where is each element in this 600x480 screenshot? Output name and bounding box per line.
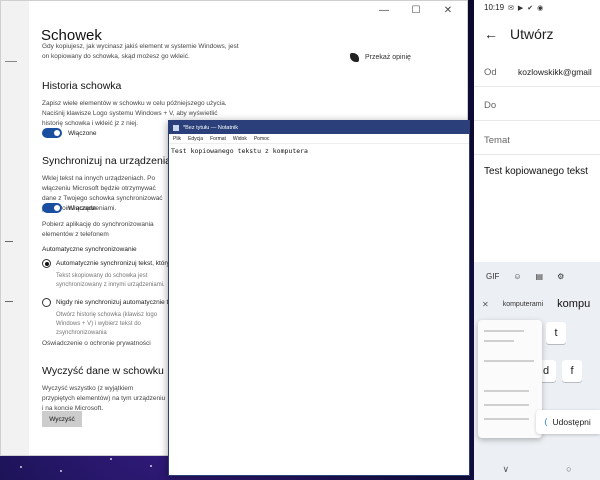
maximize-button[interactable]: ☐ [409, 5, 423, 16]
keyboard: GIF ☺ ▤ ⚙ ✕ komputerami kompu t d f c ⟨ … [474, 262, 600, 480]
mail-icon: ✉ [508, 4, 514, 12]
menu-file[interactable]: Plik [173, 136, 181, 142]
nav-line [5, 241, 13, 242]
subject-label[interactable]: Temat [484, 135, 510, 146]
to-label[interactable]: Do [484, 100, 496, 111]
clear-heading: Wyczyść dane w schowku [42, 365, 164, 377]
nav-line [5, 61, 17, 62]
notepad-window: *Bez tytułu — Notatnik Plik Edycja Forma… [168, 120, 470, 476]
email-body[interactable]: Test kopiowanego tekst [484, 166, 588, 177]
minimize-button[interactable]: — [377, 5, 391, 16]
radio-manual-desc: Otwórz historię schowka (klawisz logo Wi… [56, 312, 158, 336]
navigation-bar: ∨ ○ [474, 458, 600, 480]
feedback-link[interactable]: Przekaż opinię [350, 53, 411, 62]
menu-format[interactable]: Format [210, 136, 226, 142]
preview-line [484, 330, 524, 332]
preview-line [484, 340, 514, 342]
clipboard-preview[interactable] [478, 320, 542, 438]
from-value[interactable]: kozlowskikk@gmail [518, 67, 592, 77]
notepad-text-area[interactable]: Test kopiowanego tekstu z komputera [169, 144, 469, 158]
menu-edit[interactable]: Edycja [188, 136, 203, 142]
divider [474, 154, 600, 155]
key-f[interactable]: f [562, 360, 582, 382]
radio-auto-desc: Tekst skopiowany do schowka jest synchro… [56, 273, 165, 288]
share-button[interactable]: ⟨ Udostępni [536, 410, 600, 434]
home-icon[interactable]: ○ [566, 464, 571, 474]
sync-heading: Synchronizuj na urządzeniach [42, 155, 183, 167]
notepad-title: *Bez tytułu — Notatnik [183, 124, 239, 131]
nav-line [5, 301, 13, 302]
share-icon: ⟨ [544, 416, 548, 427]
play-icon: ▶ [517, 4, 524, 12]
notepad-icon [173, 124, 179, 131]
phone-link-text[interactable]: Pobierz aplikację do synchronizowania el… [42, 220, 167, 240]
star [150, 465, 152, 467]
settings-icon[interactable]: ⚙ [557, 272, 564, 281]
settings-nav-strip [1, 1, 29, 455]
menu-help[interactable]: Pomoc [254, 136, 270, 142]
divider [474, 86, 600, 87]
clipboard-icon[interactable]: ▤ [536, 272, 544, 281]
from-label: Od [484, 67, 497, 78]
radio-label: Nigdy nie synchronizuj automatycznie tek… [56, 299, 184, 306]
clear-description: Wyczyść wszystko (z wyjątkiem przypiętyc… [42, 385, 166, 412]
feedback-icon [350, 53, 359, 62]
notepad-titlebar: *Bez tytułu — Notatnik [169, 121, 469, 134]
preview-line [484, 418, 529, 420]
close-icon[interactable]: ✕ [482, 300, 489, 309]
toggle-track [42, 203, 62, 213]
preview-line [484, 404, 529, 406]
share-label: Udostępni [552, 417, 591, 427]
check-icon: ✔ [527, 4, 534, 12]
star [110, 458, 112, 460]
gif-button[interactable]: GIF [486, 272, 499, 281]
window-controls: — ☐ ✕ [377, 5, 455, 16]
feedback-label: Przekaż opinię [365, 54, 411, 61]
back-arrow-icon[interactable]: ← [484, 26, 498, 42]
close-button[interactable]: ✕ [441, 5, 455, 16]
divider [474, 120, 600, 121]
preview-line [484, 390, 529, 392]
auto-sync-label: Automatyczne synchronizowanie [42, 246, 137, 253]
clear-button[interactable]: Wyczyść [42, 411, 82, 427]
intro-text: Gdy kopiujesz, jak wycinasz jakiś elemen… [42, 43, 239, 60]
suggestion-item[interactable]: komputerami [503, 301, 543, 308]
history-toggle[interactable]: Włączone [42, 128, 97, 138]
privacy-link[interactable]: Oświadczenie o ochronie prywatności [42, 339, 167, 349]
compose-title: Utwórz [510, 26, 554, 42]
collapse-keyboard-icon[interactable]: ∨ [502, 464, 509, 475]
star [20, 466, 22, 468]
key-t[interactable]: t [546, 322, 566, 344]
notepad-menubar: Plik Edycja Format Widok Pomoc [169, 134, 469, 144]
toggle-label: Włączone [68, 129, 97, 137]
preview-line [484, 360, 534, 362]
status-bar: 10:19 ✉ ▶ ✔ ◉ [484, 3, 543, 12]
star [60, 470, 62, 472]
keyboard-toolbar: GIF ☺ ▤ ⚙ [474, 262, 600, 290]
toggle-track [42, 128, 62, 138]
history-heading: Historia schowka [42, 80, 122, 92]
toggle-label: Włączone [68, 204, 97, 212]
radio-manual-sync[interactable]: Nigdy nie synchronizuj automatycznie tek… [42, 298, 184, 307]
sync-toggle[interactable]: Włączone [42, 203, 97, 213]
sticker-icon[interactable]: ☺ [513, 272, 521, 281]
status-time: 10:19 [484, 3, 505, 12]
menu-view[interactable]: Widok [233, 136, 247, 142]
radio-dot [42, 259, 51, 268]
suggestion-item[interactable]: kompu [557, 298, 590, 310]
radio-dot [42, 298, 51, 307]
camera-icon: ◉ [537, 4, 544, 12]
suggestion-bar: ✕ komputerami kompu [474, 293, 600, 315]
phone-screen: 10:19 ✉ ▶ ✔ ◉ ← Utwórz Od kozlowskikk@gm… [474, 0, 600, 480]
